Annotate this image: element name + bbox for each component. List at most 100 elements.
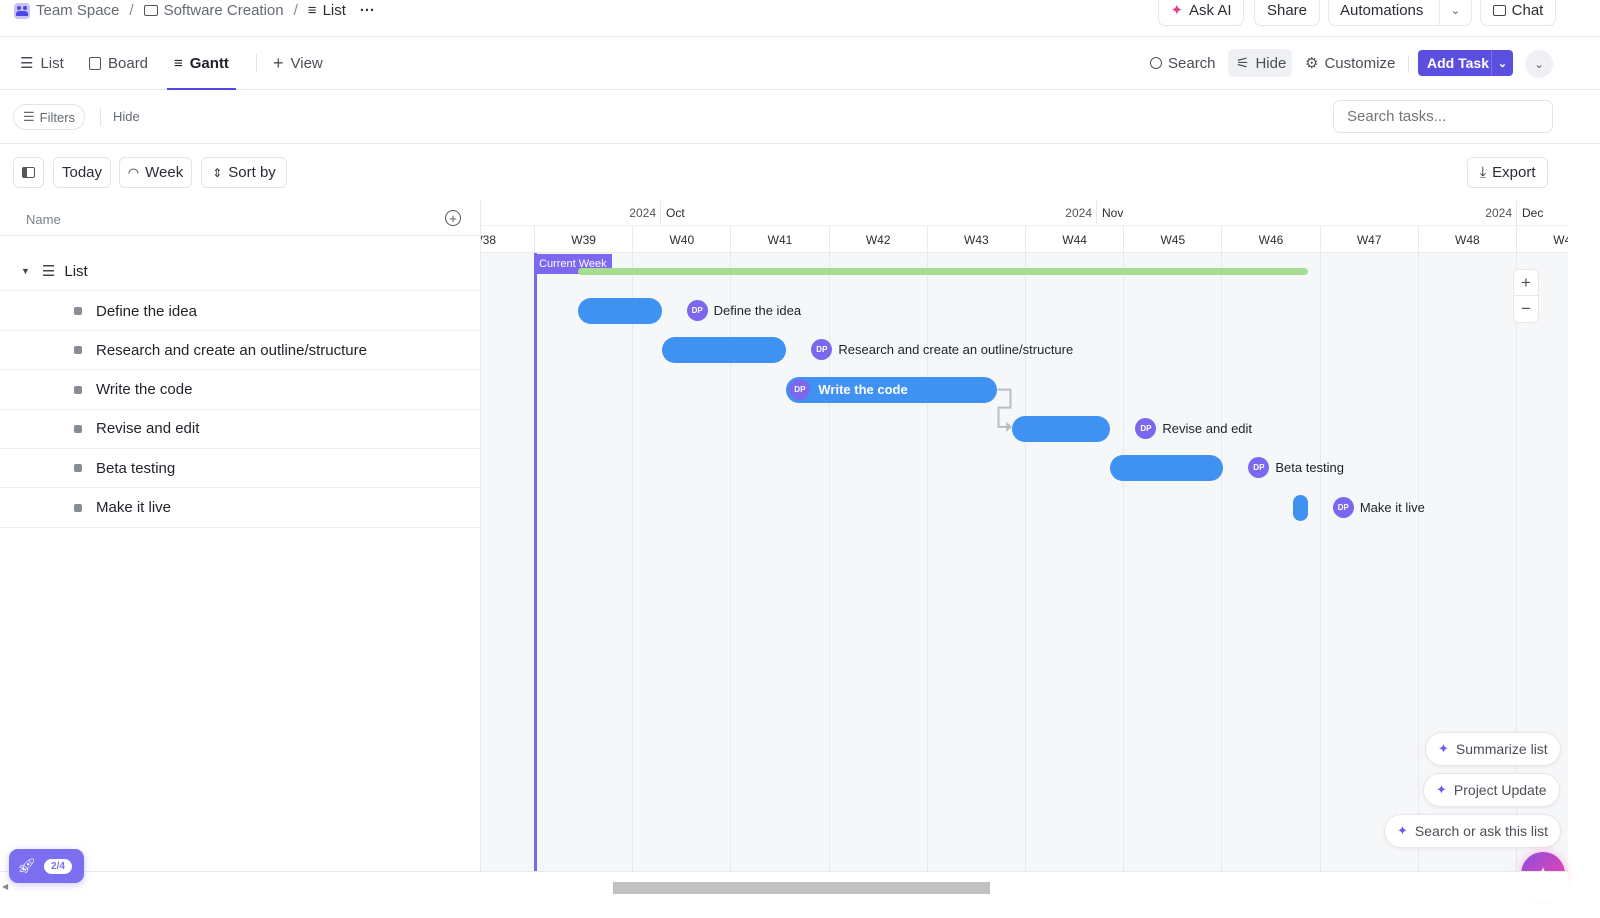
ask-ai-button[interactable]: ✦ Ask AI (1158, 0, 1244, 26)
week-label: W46 (1221, 225, 1320, 253)
week-gridline (632, 253, 634, 871)
assignee-avatar[interactable]: DP (686, 300, 708, 321)
group-progress-bar[interactable] (578, 268, 1308, 275)
tab-gantt[interactable]: ≡ Gantt (167, 37, 236, 90)
week-label: Week (145, 164, 184, 181)
week-label: W40 (632, 225, 731, 253)
dependency-arrow[interactable] (481, 201, 1013, 432)
task-bar[interactable] (1110, 455, 1224, 482)
caret-down-icon[interactable]: ▼ (21, 266, 30, 276)
assignee-avatar[interactable]: DP (1135, 417, 1157, 439)
divider (100, 108, 101, 126)
task-row[interactable]: Revise and edit (0, 410, 480, 449)
hide-button[interactable]: ⚟ Hide (1228, 49, 1292, 77)
month-label: Dec (1516, 201, 1568, 225)
hide-filter-button[interactable]: Hide (113, 109, 140, 124)
suggestion-label: Project Update (1453, 782, 1547, 798)
group-label: List (64, 262, 88, 280)
list-icon: ☰ (41, 263, 56, 280)
collapse-toolbar-button[interactable]: ⌄ (1525, 50, 1553, 78)
sort-by-button[interactable]: ⇕ Sort by (201, 157, 287, 188)
zoom-out-button[interactable]: − (1514, 296, 1538, 322)
search-tasks-input[interactable] (1333, 100, 1553, 133)
task-bar[interactable] (1293, 494, 1308, 521)
share-button[interactable]: Share (1254, 0, 1320, 26)
task-status-icon[interactable] (74, 464, 82, 473)
automations-dropdown[interactable]: ⌄ (1439, 0, 1471, 25)
sort-icon: ⇕ (212, 165, 223, 180)
add-task-dropdown[interactable]: ⌄ (1491, 50, 1513, 76)
zoom-in-button[interactable]: + (1514, 270, 1538, 296)
divider (256, 54, 257, 72)
month-year-label: 2024 (1485, 206, 1512, 220)
week-label: W42 (828, 225, 927, 253)
chat-icon (1492, 4, 1506, 16)
group-row-list[interactable]: ▼ ☰ List (0, 252, 480, 291)
add-column-icon[interactable]: + (445, 210, 461, 226)
breadcrumb-folder[interactable]: Software Creation (164, 2, 284, 19)
task-bar[interactable] (1012, 415, 1111, 442)
export-button[interactable]: ⤓ Export (1467, 157, 1548, 188)
month-year-label: 2024 (1065, 206, 1092, 220)
ai-suggestion-project-update[interactable]: ✦ Project Update (1423, 773, 1560, 807)
task-row[interactable]: Define the idea (0, 292, 480, 331)
task-row[interactable]: Beta testing (0, 449, 480, 489)
sparkle-icon: ✦ (1436, 782, 1447, 797)
filters-button[interactable]: ☰ Filters (13, 104, 86, 130)
breadcrumb-list[interactable]: List (323, 2, 346, 19)
sparkle-icon: ✦ (1397, 823, 1408, 838)
horizontal-scrollbar-thumb[interactable] (613, 882, 990, 894)
zoom-controls: + − (1513, 269, 1539, 323)
customize-button[interactable]: ⚙ Customize (1297, 49, 1403, 77)
name-header-label: Name (26, 212, 61, 227)
task-status-icon[interactable] (74, 307, 82, 315)
filter-icon: ☰ (23, 109, 35, 124)
horizontal-scroll-area: ◀ (0, 871, 1568, 901)
export-label: Export (1492, 164, 1536, 181)
today-button[interactable]: Today (53, 157, 111, 188)
sparkle-icon: ✦ (1170, 2, 1184, 19)
tab-board[interactable]: Board (89, 37, 148, 89)
assignee-avatar[interactable]: DP (1332, 496, 1354, 518)
breadcrumb: Team Space / Software Creation / ≡ List … (14, 2, 375, 19)
scroll-left-arrow[interactable]: ◀ (2, 882, 8, 891)
task-name: Define the idea (96, 302, 197, 320)
sort-by-label: Sort by (228, 164, 276, 181)
task-row[interactable]: Make it live (0, 489, 480, 528)
week-scale-button[interactable]: ◠ Week (119, 157, 192, 188)
tab-list[interactable]: ☰ List (20, 37, 64, 89)
task-bar-label-group: DP Make it live (1332, 496, 1425, 518)
task-bar[interactable] (661, 337, 787, 364)
toggle-sidebar-button[interactable] (13, 157, 44, 188)
onboarding-progress[interactable]: 🚀︎ 2/4 (9, 849, 84, 883)
automations-button[interactable]: Automations ⌄ (1328, 0, 1472, 26)
assignee-avatar[interactable]: DP (1248, 457, 1270, 479)
task-status-icon[interactable] (74, 346, 82, 355)
task-row[interactable]: Write the code (0, 371, 480, 410)
search-button[interactable]: Search (1142, 49, 1224, 77)
name-column-header: Name + (0, 201, 480, 236)
breadcrumb-space[interactable]: Team Space (36, 2, 119, 19)
download-icon: ⤓ (1479, 164, 1487, 181)
task-bar[interactable]: DP Write the code (786, 376, 998, 403)
task-status-icon[interactable] (74, 503, 82, 512)
tab-label: Gantt (189, 54, 229, 72)
add-task-button[interactable]: Add Task ⌄ (1418, 50, 1513, 76)
week-gridline (1221, 253, 1223, 871)
task-status-icon[interactable] (74, 385, 82, 394)
assignee-avatar[interactable]: DP (789, 379, 811, 401)
add-view-button[interactable]: + View (273, 37, 323, 89)
ai-suggestion-search-ask[interactable]: ✦ Search or ask this list (1384, 814, 1561, 848)
assignee-avatar[interactable]: DP (811, 339, 833, 361)
task-status-icon[interactable] (74, 424, 82, 433)
task-bar-label: Write the code (818, 382, 908, 398)
task-bar[interactable] (578, 298, 662, 324)
month-label: Oct (660, 201, 1096, 225)
ai-suggestion-summarize[interactable]: ✦ Summarize list (1425, 732, 1561, 766)
more-options-button[interactable]: ··· (360, 2, 375, 19)
add-task-label: Add Task (1427, 55, 1489, 71)
week-label: W43 (926, 225, 1025, 253)
chat-button[interactable]: Chat (1480, 0, 1556, 26)
week-label: W48 (1417, 225, 1516, 253)
task-row[interactable]: Research and create an outline/structure (0, 331, 480, 371)
